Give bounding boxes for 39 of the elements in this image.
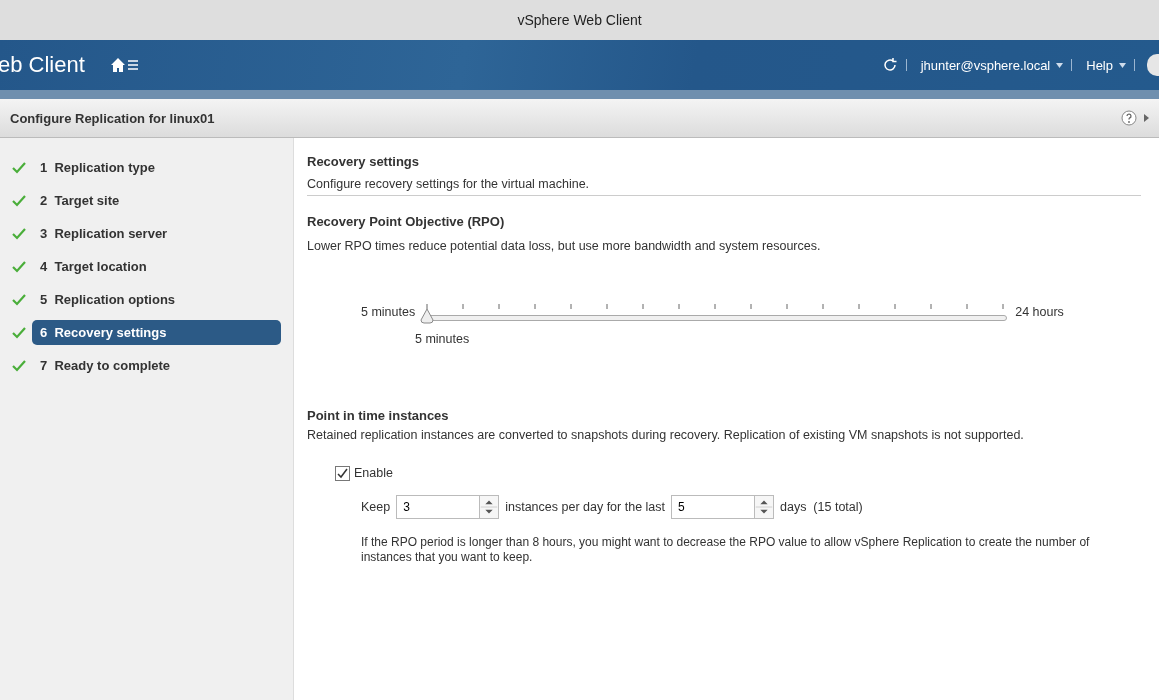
wizard-step[interactable]: 2 Target site: [32, 188, 281, 213]
slider-min-label: 5 minutes: [361, 305, 416, 320]
slider-max-label: 24 hours: [1015, 305, 1064, 320]
slider-thumb[interactable]: [420, 308, 435, 325]
page-title: Recovery settings: [307, 154, 420, 169]
spinner-arrows-icon[interactable]: [754, 494, 774, 519]
wizard-step[interactable]: 4 Target location: [32, 254, 281, 279]
keep-label: Keep: [361, 499, 391, 514]
expand-icon[interactable]: [1143, 113, 1151, 123]
wizard-step[interactable]: 3 Replication server: [32, 221, 281, 246]
wizard-step[interactable]: 7 Ready to complete: [32, 353, 281, 378]
enable-checkbox[interactable]: [335, 465, 350, 481]
home-menu-icon[interactable]: [110, 57, 139, 73]
enable-label: Enable: [354, 466, 393, 481]
instances-field[interactable]: 3: [396, 494, 480, 519]
user-menu[interactable]: jhunter@vsphere.local: [920, 57, 1064, 73]
wizard-step[interactable]: 5 Replication options: [32, 287, 281, 312]
wizard-step[interactable]: 1 Replication type: [32, 155, 281, 180]
section-title: Recovery Point Objective (RPO): [307, 213, 506, 229]
help-icon[interactable]: [1121, 110, 1137, 126]
days-label: days (15 total): [780, 499, 863, 514]
window-title: vSphere Web Client: [0, 0, 1159, 40]
help-menu[interactable]: Help: [1086, 57, 1126, 73]
section-title: Point in time instances: [307, 408, 450, 424]
rpo-slider[interactable]: [423, 302, 1008, 327]
refresh-icon[interactable]: [881, 57, 898, 73]
days-field[interactable]: 5: [671, 494, 754, 519]
rpo-note: If the RPO period is longer than 8 hours, you might want to decrease the RPO value to allow vSphere Replication to create the number of instances that you want to keep.: [361, 534, 1091, 565]
wizard-step[interactable]: 6 Recovery settings: [32, 320, 281, 345]
spinner-arrows-icon[interactable]: [479, 494, 500, 519]
per-day-label: instances per day for the last: [505, 499, 665, 514]
caret-icon: [1056, 62, 1064, 68]
slider-value: 5 minutes: [415, 332, 471, 347]
avatar[interactable]: [1147, 54, 1159, 76]
section-description: Lower RPO times reduce potential data loss, but use more bandwidth and system resources.: [307, 238, 822, 255]
dialog-title: Configure Replication for linux01: [10, 110, 216, 126]
page-subtitle: Configure recovery settings for the virtual machine.: [307, 177, 591, 193]
section-description: Retained replication instances are converted to snapshots during recovery. Replication of existing VM snapshots is not supported.: [307, 428, 1025, 444]
caret-icon: [1119, 62, 1126, 68]
